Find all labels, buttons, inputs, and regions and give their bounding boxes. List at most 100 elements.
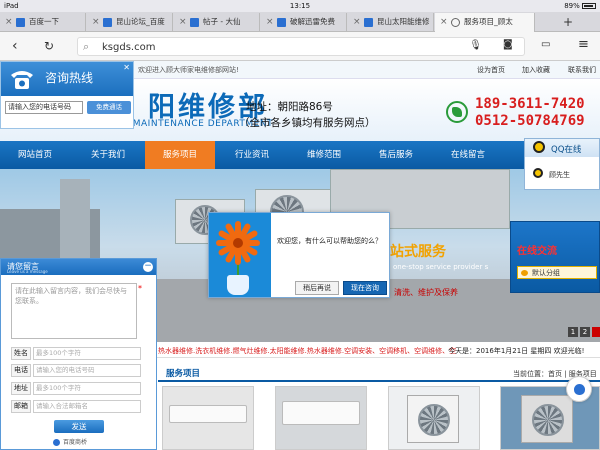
- tab-close-icon[interactable]: ×: [5, 13, 13, 31]
- hotline-phone-input[interactable]: 请输入您的电话号码: [5, 101, 83, 114]
- default-group-label: 默认分组: [532, 269, 560, 277]
- qq-contact-icon: [533, 168, 543, 178]
- camera-icon[interactable]: ◙: [503, 39, 513, 50]
- consult-now-button[interactable]: 现在咨询: [343, 281, 387, 295]
- phone-number-mobile: 189-3611-7420: [475, 96, 585, 112]
- status-bar: iPad 13:15 89%: [0, 0, 600, 12]
- video-icon[interactable]: ▭: [541, 39, 550, 50]
- url-text: ksgds.com: [102, 42, 156, 53]
- browser-tab[interactable]: × 帖子 - 大仙: [174, 13, 260, 32]
- tab-favicon-icon: [16, 18, 25, 27]
- main-nav: 网站首页 关于我们 服务项目 行业资讯 维修范围 售后服务 在线留言: [0, 141, 600, 169]
- battery-status: 89%: [564, 2, 596, 10]
- qq-title: QQ在线: [551, 145, 582, 155]
- globe-icon: [451, 18, 460, 27]
- message-form: 请您留言 Leave us a message − 请在此输入留言内容，我们会尽…: [0, 258, 157, 450]
- marquee-text[interactable]: 热水器维修.洗衣机维修.燃气灶维修.太阳能维修.热水器维修.空调安装、空调移机、…: [158, 346, 456, 356]
- banner-page-3[interactable]: [592, 327, 600, 337]
- nav-scope[interactable]: 维修范围: [289, 141, 359, 169]
- header-address: 地址：朝阳路86号: [246, 101, 333, 113]
- tab-favicon-icon: [364, 18, 373, 27]
- tab-close-icon[interactable]: ×: [440, 13, 448, 31]
- new-tab-button[interactable]: +: [536, 13, 600, 32]
- baidu-bridge-label: 百度商桥: [63, 439, 88, 446]
- baidu-bridge-link[interactable]: 百度商桥: [51, 437, 107, 448]
- address-label: 地址: [11, 382, 31, 395]
- contact-us-link[interactable]: 联系我们: [568, 65, 596, 75]
- product-thumb[interactable]: [162, 386, 254, 450]
- message-textarea-placeholder: 请在此输入留言内容，我们会尽快与您联系。: [15, 287, 127, 305]
- nav-about[interactable]: 关于我们: [73, 141, 143, 169]
- battery-icon: [582, 3, 596, 9]
- services-title: 服务项目: [166, 369, 201, 379]
- minimize-icon[interactable]: −: [143, 262, 153, 272]
- reload-icon[interactable]: ↻: [44, 39, 54, 53]
- tab-title: 百度一下: [29, 17, 59, 26]
- email-input[interactable]: 请输入合法邮箱名: [33, 400, 141, 413]
- banner-subline: one-stop service provider s: [393, 263, 489, 271]
- browser-tab-active[interactable]: × 服务项目_顾太: [435, 13, 535, 32]
- address-toolbar: ‹ ↻ ⌕ ksgds.com 🎙 ☆ ◙ ▭ ≡: [0, 32, 600, 61]
- ac-outdoor-shape: [521, 395, 573, 443]
- ac-outdoor-shape: [407, 395, 459, 443]
- banner-page-1[interactable]: 1: [568, 327, 578, 337]
- menu-icon[interactable]: ≡: [578, 37, 589, 52]
- browser-tab[interactable]: × 破解迅雷免费: [261, 13, 347, 32]
- tab-close-icon[interactable]: ×: [92, 13, 100, 31]
- baidu-paw-button[interactable]: [566, 376, 592, 402]
- browser-tab[interactable]: × 百度一下: [0, 13, 86, 32]
- nav-home[interactable]: 网站首页: [0, 141, 70, 169]
- qq-online-panel: QQ在线 顾先生: [524, 138, 600, 190]
- name-input[interactable]: 最多100个字符: [33, 347, 141, 360]
- tab-favicon-icon: [277, 18, 286, 27]
- close-icon[interactable]: ✕: [123, 63, 130, 72]
- tab-close-icon[interactable]: ×: [266, 13, 274, 31]
- group-icon: [521, 270, 528, 276]
- tab-close-icon[interactable]: ×: [353, 13, 361, 31]
- nav-guestbook[interactable]: 在线留言: [433, 141, 503, 169]
- qq-header: QQ在线: [525, 139, 599, 157]
- browser-tab[interactable]: × 昆山太阳能维修: [348, 13, 434, 32]
- product-thumb[interactable]: [275, 386, 367, 450]
- phone-number-landline: 0512-50784769: [475, 113, 585, 129]
- add-favorite-link[interactable]: 加入收藏: [522, 65, 550, 75]
- fan-shape: [418, 404, 450, 436]
- nav-news[interactable]: 行业资讯: [217, 141, 287, 169]
- nav-services[interactable]: 服务项目: [145, 141, 215, 169]
- free-call-button[interactable]: 免费通话: [87, 101, 131, 114]
- tab-strip: × 百度一下 × 昆山论坛_百度 × 帖子 - 大仙 × 破解迅雷免费 × 昆山太阳能维修…: [0, 12, 600, 32]
- browser-tab[interactable]: × 昆山论坛_百度: [87, 13, 173, 32]
- phone-input[interactable]: 请输入您的电话号码: [33, 364, 141, 377]
- ac-indoor-shape: [169, 405, 247, 423]
- telephone-icon: [11, 71, 33, 89]
- chat-invite-popup: 欢迎您，有什么可以帮助您的么？ 稍后再说 现在咨询: [208, 212, 390, 298]
- url-field[interactable]: ⌕ ksgds.com 🎙 ☆: [77, 37, 525, 56]
- tab-favicon-icon: [103, 18, 112, 27]
- qq-penguin-icon: [533, 141, 545, 153]
- microphone-icon[interactable]: 🎙: [469, 40, 482, 51]
- address-input[interactable]: 最多100个字符: [33, 382, 141, 395]
- back-icon[interactable]: ‹: [12, 38, 18, 54]
- tab-close-icon[interactable]: ×: [179, 13, 187, 31]
- banner-page-2[interactable]: 2: [580, 327, 590, 337]
- message-textarea[interactable]: 请在此输入留言内容，我们会尽快与您联系。 *: [11, 283, 142, 339]
- phone-label: 电话: [11, 364, 31, 377]
- search-icon: ⌕: [83, 40, 90, 53]
- baidu-icon: [53, 439, 60, 446]
- email-field-row: 邮箱 请输入合法邮箱名: [11, 400, 141, 413]
- header-coverage: （全市各乡镇均有服务网点）: [239, 117, 376, 129]
- name-label: 姓名: [11, 347, 31, 360]
- default-group-button[interactable]: 默认分组: [517, 266, 597, 279]
- online-chat-widget: 在线交流 默认分组: [510, 221, 600, 293]
- later-button[interactable]: 稍后再说: [295, 281, 339, 295]
- services-section-header: 服务项目 当前位置：首页 | 服务项目: [158, 364, 600, 382]
- tab-title: 昆山论坛_百度: [116, 17, 165, 26]
- qq-contact-link[interactable]: 顾先生: [549, 170, 570, 180]
- nav-aftersales[interactable]: 售后服务: [361, 141, 431, 169]
- hotline-widget: 咨询热线 ✕ 请输入您的电话号码 免费通话: [0, 61, 134, 129]
- product-thumb[interactable]: [388, 386, 480, 450]
- tab-title: 昆山太阳能维修: [377, 17, 430, 26]
- send-button[interactable]: 发送: [54, 420, 104, 433]
- ac-indoor-shape: [282, 401, 360, 425]
- set-homepage-link[interactable]: 设为首页: [477, 65, 505, 75]
